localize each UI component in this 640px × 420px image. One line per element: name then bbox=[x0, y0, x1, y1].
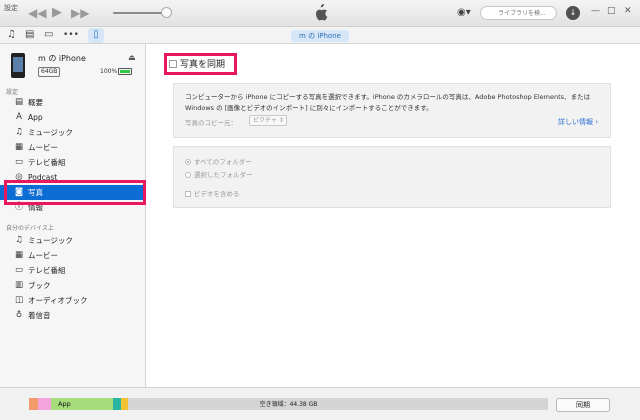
sidebar-item-label: 概要 bbox=[28, 98, 43, 107]
copy-from-select[interactable]: ピクチャ ⇕ bbox=[249, 115, 287, 126]
sidebar-item-label: ブック bbox=[28, 281, 51, 290]
photos-info-panel: コンピューターから iPhone にコピーする写真を選択できます。iPhone … bbox=[173, 83, 611, 138]
fast-forward-icon[interactable]: ▶▶ bbox=[71, 6, 89, 20]
search-input[interactable] bbox=[480, 6, 557, 20]
more-info-link[interactable]: 詳しい情報 › bbox=[558, 117, 598, 127]
selected-folders-label: 選択したフォルダー bbox=[194, 171, 253, 179]
sidebar-item[interactable]: ♫ ミュージック bbox=[0, 233, 146, 248]
play-icon[interactable]: ▶ bbox=[52, 6, 62, 20]
sidebar-item[interactable]: ◫ オーディオブック bbox=[0, 293, 146, 308]
tv-icon: ▭ bbox=[14, 265, 24, 275]
tv-icon[interactable]: ▭ bbox=[44, 28, 53, 42]
audiobook-icon: ◫ bbox=[14, 295, 24, 305]
selected-folders-option[interactable]: 選択したフォルダー bbox=[185, 169, 253, 179]
more-icon[interactable]: ••• bbox=[63, 28, 79, 42]
iphone-image bbox=[11, 53, 25, 78]
include-videos-option[interactable]: ビデオを含める bbox=[185, 188, 240, 198]
storage-bar[interactable]: App 空き領域：44.38 GB bbox=[29, 398, 548, 410]
sidebar-item[interactable]: A App bbox=[0, 110, 146, 125]
photos-highlight-box bbox=[4, 180, 146, 205]
download-icon[interactable]: ↓ bbox=[566, 6, 580, 20]
battery-percent: 100% bbox=[100, 68, 118, 75]
battery-icon bbox=[118, 68, 132, 75]
sidebar-item[interactable]: ▦ ムービー bbox=[0, 140, 146, 155]
film-icon[interactable]: ▤ bbox=[25, 28, 34, 42]
sidebar: m の iPhone ⏏ 64GB 100% 設定 ▤ 概要 A App ♫ ミュージック… bbox=[0, 44, 146, 387]
all-folders-option[interactable]: すべてのフォルダー bbox=[185, 156, 252, 166]
itunes-window: 設定 ◀◀ ▶ ▶▶ ◉▾ ⌕ ↓ — □ ✕ ♫ ▤ ▭ ••• ▯ m の … bbox=[0, 0, 640, 420]
folder-options-panel: すべてのフォルダー 選択したフォルダー ビデオを含める bbox=[173, 146, 611, 208]
sidebar-item-label: ミュージック bbox=[28, 128, 73, 137]
rewind-icon[interactable]: ◀◀ bbox=[28, 6, 46, 20]
battery-fill bbox=[120, 70, 130, 73]
sidebar-item-label: ムービー bbox=[28, 143, 58, 152]
sidebar-item-label: テレビ番組 bbox=[28, 158, 66, 167]
updown-icon: ⇕ bbox=[278, 117, 284, 124]
sidebar-item[interactable]: ▦ ムービー bbox=[0, 248, 146, 263]
sidebar-item[interactable]: ▥ ブック bbox=[0, 278, 146, 293]
toolbar: 設定 ◀◀ ▶ ▶▶ ◉▾ ⌕ ↓ — □ ✕ bbox=[0, 0, 640, 27]
eject-icon[interactable]: ⏏ bbox=[128, 53, 136, 62]
film-icon: ▦ bbox=[14, 250, 24, 260]
radio-all-folders[interactable] bbox=[185, 159, 191, 165]
sync-button[interactable]: 同期 bbox=[556, 398, 610, 412]
ondevice-header: 自分のデバイス上 bbox=[6, 225, 54, 232]
capacity-badge: 64GB bbox=[38, 67, 61, 77]
volume-slider-track[interactable] bbox=[113, 12, 167, 14]
sidebar-item[interactable]: ▤ 概要 bbox=[0, 95, 146, 110]
sidebar-item-label: テレビ番組 bbox=[28, 266, 66, 275]
sidebar-item[interactable]: ▭ テレビ番組 bbox=[0, 263, 146, 278]
storage-free-label: 空き領域：44.38 GB bbox=[259, 401, 318, 408]
tv-icon: ▭ bbox=[14, 157, 24, 167]
device-pill[interactable]: m の iPhone bbox=[291, 30, 349, 42]
bell-icon: ♁ bbox=[15, 310, 23, 320]
source-bar: ♫ ▤ ▭ ••• ▯ m の iPhone bbox=[0, 27, 640, 44]
account-icon[interactable]: ◉▾ bbox=[457, 7, 471, 18]
maximize-button[interactable]: □ bbox=[607, 6, 616, 16]
iphone-icon[interactable]: ▯ bbox=[88, 28, 104, 43]
close-button[interactable]: ✕ bbox=[624, 6, 632, 16]
sidebar-item-label: 着信音 bbox=[28, 311, 51, 320]
checkbox-include-videos[interactable] bbox=[185, 191, 191, 197]
sidebar-item[interactable]: ♁ 着信音 bbox=[0, 308, 146, 323]
apple-logo-icon bbox=[315, 4, 328, 21]
device-name: m の iPhone bbox=[38, 54, 86, 63]
sidebar-item[interactable]: ♫ ミュージック bbox=[0, 125, 146, 140]
app-icon: A bbox=[16, 112, 22, 122]
more-info-label: 詳しい情報 bbox=[557, 118, 593, 126]
volume-slider-knob[interactable] bbox=[161, 7, 172, 18]
minimize-button[interactable]: — bbox=[591, 6, 600, 16]
all-folders-label: すべてのフォルダー bbox=[194, 158, 252, 166]
copy-from-value: ピクチャ bbox=[253, 117, 277, 124]
sidebar-item-label: ミュージック bbox=[28, 236, 73, 245]
film-icon: ▦ bbox=[14, 142, 24, 152]
copy-from-label: 写真のコピー元： bbox=[185, 119, 237, 127]
include-videos-label: ビデオを含める bbox=[194, 190, 240, 198]
sidebar-item-label: オーディオブック bbox=[28, 296, 88, 305]
sidebar-item-label: ムービー bbox=[28, 251, 58, 260]
sync-highlight-box bbox=[164, 53, 237, 75]
photos-description: コンピューターから iPhone にコピーする写真を選択できます。iPhone … bbox=[185, 93, 591, 112]
music-icon[interactable]: ♫ bbox=[7, 28, 16, 42]
music-icon: ♫ bbox=[15, 235, 23, 245]
radio-selected-folders[interactable] bbox=[185, 172, 191, 178]
bottom-bar: App 空き領域：44.38 GB 同期 bbox=[0, 387, 640, 420]
menu-button[interactable]: 設定 bbox=[4, 3, 18, 13]
chevron-right-icon: › bbox=[595, 118, 598, 126]
sidebar-item-label: App bbox=[28, 113, 43, 122]
book-icon: ▥ bbox=[14, 280, 24, 290]
summary-icon: ▤ bbox=[14, 97, 24, 107]
music-icon: ♫ bbox=[15, 127, 23, 137]
sidebar-item[interactable]: ▭ テレビ番組 bbox=[0, 155, 146, 170]
